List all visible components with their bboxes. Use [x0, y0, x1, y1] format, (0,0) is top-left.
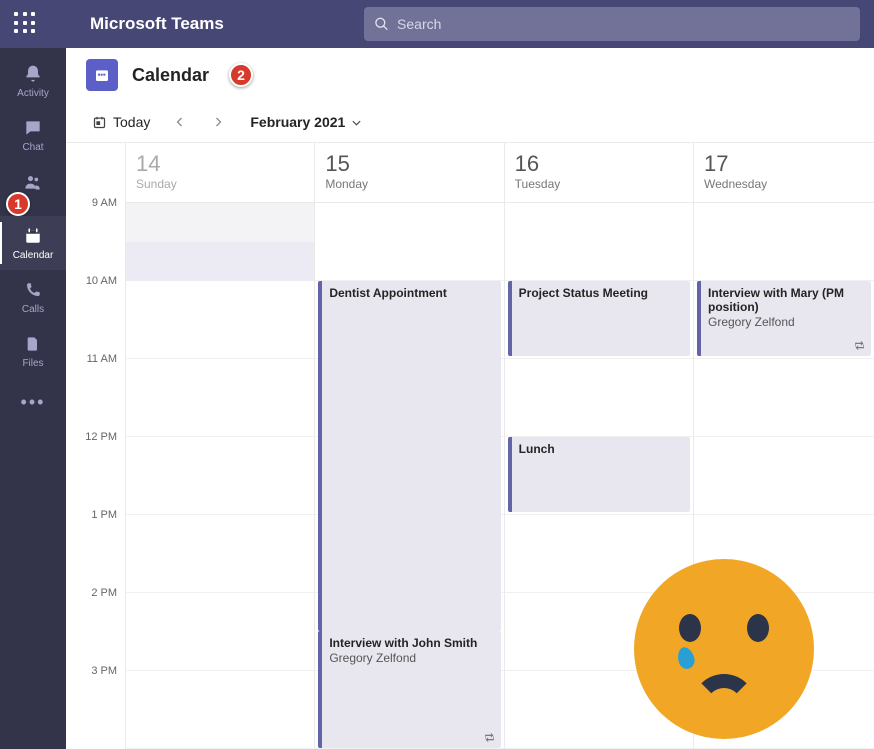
brand-name: Microsoft Teams	[90, 14, 224, 34]
chat-icon	[22, 117, 44, 139]
rail-more[interactable]: •••	[21, 382, 46, 422]
left-rail: Activity Chat Teams 1 Calendar Calls	[0, 48, 66, 749]
event-interview-mary[interactable]: Interview with Mary (PM position) Gregor…	[697, 281, 871, 356]
day-header: 16 Tuesday	[505, 143, 693, 203]
annotation-badge-1: 1	[6, 192, 30, 216]
file-icon	[22, 333, 44, 355]
event-lunch[interactable]: Lunch	[508, 437, 690, 512]
rail-calendar[interactable]: Calendar	[0, 216, 66, 270]
time-label: 11 AM	[66, 353, 125, 431]
time-label: 2 PM	[66, 587, 125, 665]
today-button[interactable]: Today	[86, 110, 156, 134]
rail-chat[interactable]: Chat	[0, 108, 66, 162]
rail-files[interactable]: Files	[0, 324, 66, 378]
time-label: 9 AM	[66, 197, 125, 275]
event-interview-john[interactable]: Interview with John Smith Gregory Zelfon…	[318, 631, 500, 748]
day-col-monday[interactable]: 15 Monday Dentist Appointment Interview …	[315, 143, 504, 749]
chevron-right-icon	[212, 116, 224, 128]
calendar-icon	[22, 225, 44, 247]
search-icon	[374, 16, 389, 32]
chevron-left-icon	[174, 116, 186, 128]
calendar-app-icon	[86, 59, 118, 91]
time-column: 9 AM 10 AM 11 AM 12 PM 1 PM 2 PM 3 PM	[66, 143, 126, 749]
chevron-down-icon	[351, 117, 362, 128]
phone-icon	[22, 279, 44, 301]
bell-icon	[22, 63, 44, 85]
day-header: 17 Wednesday	[694, 143, 874, 203]
time-label: 3 PM	[66, 665, 125, 743]
time-label: 10 AM	[66, 275, 125, 353]
month-picker[interactable]: February 2021	[250, 114, 362, 130]
main-content: Calendar 2 Today February 2021 9 AM 10 A…	[66, 48, 874, 749]
today-icon	[92, 115, 107, 130]
people-icon	[22, 171, 44, 193]
top-bar: Microsoft Teams	[0, 0, 874, 48]
prev-button[interactable]	[166, 108, 194, 136]
event-dentist[interactable]: Dentist Appointment	[318, 281, 500, 631]
page-header: Calendar 2	[66, 48, 874, 102]
day-header: 15 Monday	[315, 143, 503, 203]
time-label: 1 PM	[66, 509, 125, 587]
calendar-toolbar: Today February 2021	[66, 102, 874, 143]
rail-calls[interactable]: Calls	[0, 270, 66, 324]
day-header: 14 Sunday	[126, 143, 314, 203]
rail-teams[interactable]: Teams 1	[0, 162, 66, 216]
search-box[interactable]	[364, 7, 860, 41]
rail-activity[interactable]: Activity	[0, 54, 66, 108]
day-col-sunday[interactable]: 14 Sunday	[126, 143, 315, 749]
event-project-status[interactable]: Project Status Meeting	[508, 281, 690, 356]
next-button[interactable]	[204, 108, 232, 136]
recurring-icon	[853, 339, 866, 352]
sad-face-emoji	[634, 559, 814, 739]
page-title: Calendar	[132, 65, 209, 86]
annotation-badge-2: 2	[229, 63, 253, 87]
search-input[interactable]	[397, 16, 850, 32]
recurring-icon	[483, 731, 496, 744]
time-label: 12 PM	[66, 431, 125, 509]
app-launcher-icon[interactable]	[14, 12, 38, 36]
